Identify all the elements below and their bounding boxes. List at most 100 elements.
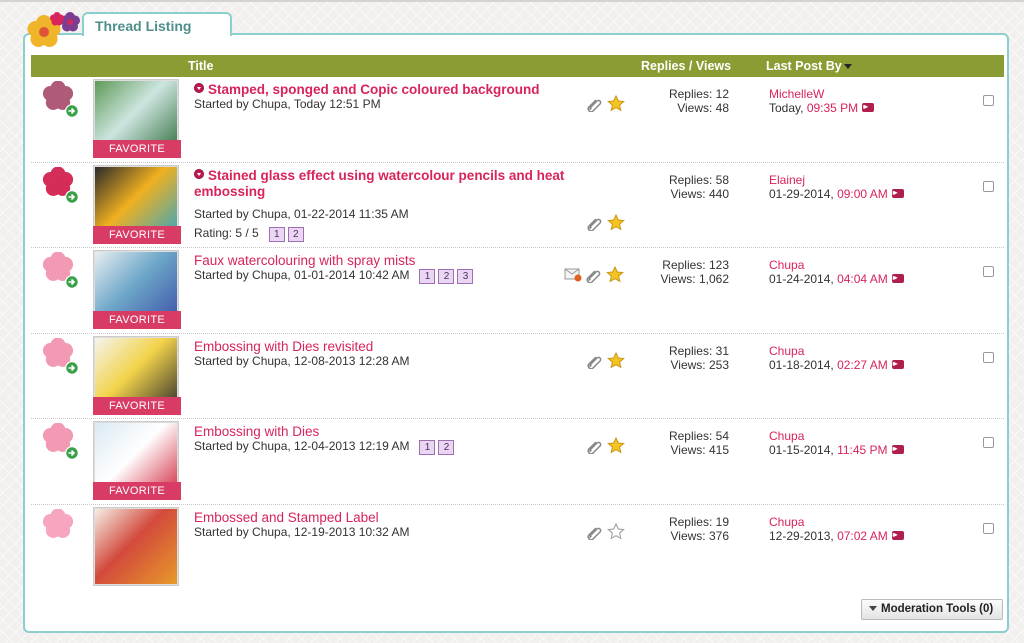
favorite-badge[interactable]: FAVORITE xyxy=(93,311,181,330)
top-divider xyxy=(0,0,1024,2)
page-link[interactable]: 2 xyxy=(438,269,455,285)
go-to-last-post-icon[interactable] xyxy=(862,100,875,114)
views-count: Views: 253 xyxy=(670,357,729,372)
last-post-date: 01-24-2014, xyxy=(769,272,834,287)
thread-stats: Replies: 19 Views: 376 xyxy=(631,515,729,543)
thread-thumbnail[interactable] xyxy=(93,506,179,586)
thread-title-link[interactable]: Embossing with Dies xyxy=(194,424,589,440)
star-outline-icon[interactable] xyxy=(607,522,625,545)
thread-select-checkbox[interactable] xyxy=(983,266,994,278)
attachment-icon xyxy=(587,215,603,236)
last-post-user[interactable]: Chupa xyxy=(769,258,904,272)
last-post: Chupa 01-18-2014, 02:27 AM xyxy=(769,344,904,372)
replies-count: Replies: 123 xyxy=(662,258,729,273)
thread-row: FAVORITE Stamped, sponged and Copic colo… xyxy=(31,77,1004,163)
page-links: 12 xyxy=(419,439,457,456)
star-filled-icon[interactable] xyxy=(607,437,625,459)
last-post-time: 09:00 AM xyxy=(837,186,888,201)
favorite-badge[interactable]: FAVORITE xyxy=(93,225,181,244)
thread-icons xyxy=(564,265,634,287)
attachment-icon xyxy=(587,96,603,117)
last-post-date: 01-15-2014, xyxy=(769,443,834,458)
thread-select-checkbox[interactable] xyxy=(983,437,994,449)
favorite-badge[interactable]: FAVORITE xyxy=(93,396,181,415)
thread-row: FAVORITE Stained glass effect using wate… xyxy=(31,163,1004,249)
page-link[interactable]: 1 xyxy=(268,226,285,242)
thread-rating: Rating: 5 / 512 xyxy=(194,226,307,242)
star-filled-icon[interactable] xyxy=(606,265,624,288)
star-filled-icon[interactable] xyxy=(607,213,625,236)
thread-started-by: Started by Chupa, 12-19-2013 10:32 AM xyxy=(194,524,410,539)
page-link[interactable]: 3 xyxy=(457,269,474,285)
thread-select-checkbox[interactable] xyxy=(983,180,994,192)
thread-row: FAVORITE Faux watercolouring with spray … xyxy=(31,248,1004,334)
mail-icon xyxy=(564,266,582,287)
thread-select-checkbox[interactable] xyxy=(983,95,994,106)
last-post-time: 02:27 AM xyxy=(837,357,888,372)
section-title: Thread Listing xyxy=(95,18,192,34)
column-replies-views[interactable]: Replies / Views xyxy=(641,59,731,73)
thread-status-icon xyxy=(42,508,78,545)
thread-select-checkbox[interactable] xyxy=(983,522,994,534)
thread-stats: Replies: 58 Views: 440 xyxy=(631,173,729,201)
last-post: Elainej 01-29-2014, 09:00 AM xyxy=(769,173,904,201)
page-links: 12 xyxy=(268,226,307,242)
go-to-last-post-icon[interactable] xyxy=(891,271,904,285)
thread-list: FAVORITE Stamped, sponged and Copic colo… xyxy=(31,77,1004,591)
thread-started-by: Started by Chupa, 01-22-2014 11:35 AM xyxy=(194,206,409,221)
thread-title-link[interactable]: Embossing with Dies revisited xyxy=(194,339,589,355)
star-filled-icon[interactable] xyxy=(607,94,625,117)
thread-title-link[interactable]: Stained glass effect using watercolour p… xyxy=(194,168,589,200)
thread-status-icon xyxy=(42,166,79,204)
favorite-badge[interactable]: FAVORITE xyxy=(93,482,181,501)
replies-count: Replies: 58 xyxy=(668,172,729,187)
attachment-icon xyxy=(587,353,603,374)
last-post-time: 11:45 PM xyxy=(837,443,888,458)
last-post-user[interactable]: Chupa xyxy=(769,344,904,358)
thread-started-by: Started by Chupa, Today 12:51 PM xyxy=(194,97,381,111)
replies-count: Replies: 31 xyxy=(668,343,729,358)
thread-title-link[interactable]: Faux watercolouring with spray mists xyxy=(194,253,589,269)
thread-status-icon xyxy=(42,251,79,290)
replies-count: Replies: 54 xyxy=(668,429,729,444)
page-link[interactable]: 2 xyxy=(438,440,455,456)
go-to-first-unread-icon[interactable] xyxy=(194,168,204,179)
last-post: MichelleW Today, 09:35 PM xyxy=(769,87,875,115)
views-count: Views: 48 xyxy=(677,101,729,115)
star-filled-icon[interactable] xyxy=(607,351,625,374)
thread-started-by: Started by Chupa, 12-08-2013 12:28 AM xyxy=(194,353,410,368)
last-post-time: 04:04 AM xyxy=(837,272,888,287)
thread-started-by: Started by Chupa, 12-04-2013 12:19 AM 1 2 xyxy=(194,439,457,456)
thread-title-link[interactable]: Stamped, sponged and Copic coloured back… xyxy=(194,82,589,98)
column-title[interactable]: Title xyxy=(188,59,213,73)
table-header: Title Replies / Views Last Post By xyxy=(31,55,1004,77)
favorite-badge[interactable]: FAVORITE xyxy=(93,140,181,158)
last-post-user[interactable]: Chupa xyxy=(769,429,904,443)
views-count: Views: 415 xyxy=(670,443,729,458)
moderation-tools-button[interactable]: Moderation Tools (0) xyxy=(861,599,1003,620)
go-to-last-post-icon[interactable] xyxy=(891,528,904,542)
go-to-last-post-icon[interactable] xyxy=(891,357,904,371)
page-link[interactable]: 1 xyxy=(419,269,436,285)
go-to-last-post-icon[interactable] xyxy=(891,442,904,456)
thread-stats: Replies: 31 Views: 253 xyxy=(631,344,729,372)
views-count: Views: 440 xyxy=(670,186,729,201)
thread-select-checkbox[interactable] xyxy=(983,351,994,363)
thread-title-link[interactable]: Embossed and Stamped Label xyxy=(194,510,589,526)
column-last-post-by[interactable]: Last Post By xyxy=(766,59,852,73)
thread-status-icon xyxy=(42,80,79,118)
last-post-user[interactable]: Elainej xyxy=(769,173,904,187)
attachment-icon xyxy=(587,524,603,545)
thread-row: FAVORITE Embossing with Dies Started by … xyxy=(31,419,1004,505)
last-post-time: 07:02 AM xyxy=(837,528,888,543)
thread-status-icon xyxy=(42,337,79,375)
thread-row: FAVORITE Embossing with Dies revisited S… xyxy=(31,334,1004,420)
last-post-date: 01-18-2014, xyxy=(769,357,834,372)
page-link[interactable]: 1 xyxy=(419,440,436,456)
views-count: Views: 1,062 xyxy=(660,272,730,287)
last-post-user[interactable]: MichelleW xyxy=(769,87,874,101)
go-to-first-unread-icon[interactable] xyxy=(194,83,204,93)
page-link[interactable]: 2 xyxy=(287,226,304,242)
go-to-last-post-icon[interactable] xyxy=(891,186,904,200)
last-post-user[interactable]: Chupa xyxy=(769,515,904,529)
